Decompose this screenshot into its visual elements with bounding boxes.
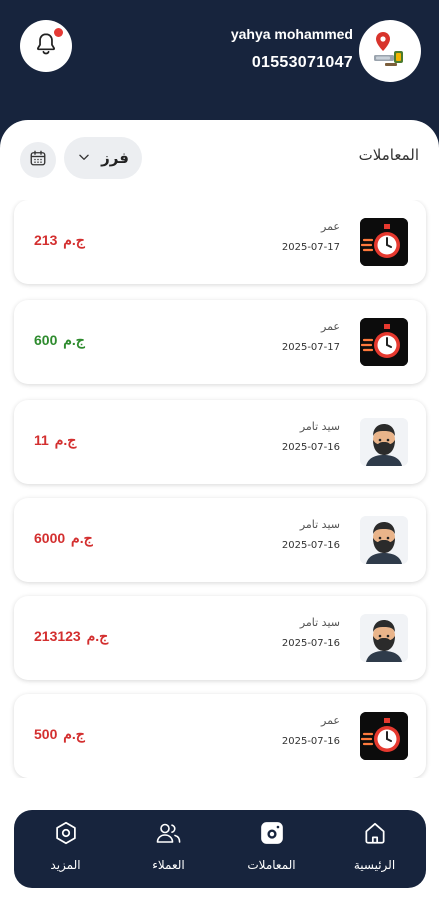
- bottom-navigation: المزيد العملاء المعاملات الرئيسية: [14, 810, 426, 888]
- profile-avatar[interactable]: [359, 20, 421, 82]
- nav-item-transactions[interactable]: المعاملات: [220, 810, 323, 888]
- amount-currency: ج.م: [63, 726, 85, 742]
- sort-dropdown[interactable]: فرز: [64, 137, 142, 179]
- chevron-down-icon: [77, 149, 91, 168]
- nav-item-home[interactable]: الرئيسية: [323, 810, 426, 888]
- transaction-amount: 213 ج.م: [34, 232, 85, 249]
- amount-value: 6000: [34, 530, 66, 546]
- amount-currency: ج.م: [63, 332, 85, 348]
- transaction-date: 2025-07-16: [281, 736, 340, 747]
- transaction-name: عمر: [321, 220, 340, 233]
- amount-value: 213123: [34, 628, 81, 644]
- app-header: yahya mohammed 01553071047: [0, 0, 439, 140]
- transaction-amount: 6000 ج.م: [34, 530, 93, 547]
- page-title: المعاملات: [358, 146, 419, 164]
- stopwatch-icon: [360, 318, 408, 366]
- location-delivery-icon: [370, 29, 410, 73]
- transaction-name: سيد تامر: [299, 616, 340, 629]
- transaction-name: عمر: [321, 714, 340, 727]
- transaction-name: عمر: [321, 320, 340, 333]
- calendar-icon: [29, 149, 47, 171]
- transactions-sheet: المعاملات فرز عمر 2025-07-17 213 ج.م عمر…: [0, 120, 439, 900]
- users-icon: [155, 820, 183, 846]
- nav-label: العملاء: [152, 858, 185, 872]
- amount-currency: ج.م: [71, 530, 93, 546]
- transaction-card[interactable]: سيد تامر 2025-07-16 6000 ج.م: [14, 498, 426, 582]
- transaction-name: سيد تامر: [299, 518, 340, 531]
- bearded-man-avatar-icon: [360, 418, 408, 466]
- transaction-amount: 500 ج.م: [34, 726, 85, 743]
- stopwatch-icon: [360, 218, 408, 266]
- transaction-date: 2025-07-17: [281, 342, 340, 353]
- transaction-card[interactable]: سيد تامر 2025-07-16 11 ج.م: [14, 400, 426, 484]
- transaction-card[interactable]: عمر 2025-07-17 600 ج.م: [14, 300, 426, 384]
- transaction-card[interactable]: عمر 2025-07-16 500 ج.م: [14, 694, 426, 778]
- nav-label: المعاملات: [247, 858, 296, 872]
- bearded-man-avatar-icon: [360, 516, 408, 564]
- nav-label: الرئيسية: [353, 858, 396, 872]
- hexagon-settings-icon: [53, 820, 79, 846]
- nav-label: المزيد: [50, 858, 81, 872]
- amount-value: 500: [34, 726, 58, 742]
- amount-value: 213: [34, 232, 58, 248]
- transaction-card[interactable]: سيد تامر 2025-07-16 213123 ج.م: [14, 596, 426, 680]
- amount-value: 11: [34, 432, 49, 448]
- notifications-button[interactable]: [20, 20, 72, 72]
- transaction-amount: 11 ج.م: [34, 432, 76, 449]
- transaction-card[interactable]: عمر 2025-07-17 213 ج.م: [14, 200, 426, 284]
- transactions-list: عمر 2025-07-17 213 ج.م عمر 2025-07-17 60…: [0, 200, 439, 778]
- amount-currency: ج.م: [54, 432, 77, 448]
- amount-value: 600: [34, 332, 58, 348]
- amount-currency: ج.م: [63, 232, 85, 248]
- transaction-amount: 213123 ج.م: [34, 628, 108, 645]
- user-phone: 01553071047: [251, 54, 353, 71]
- transaction-amount: 600 ج.م: [34, 332, 85, 349]
- user-name: yahya mohammed: [230, 26, 353, 42]
- sort-dropdown-label: فرز: [101, 149, 129, 167]
- transaction-date: 2025-07-16: [281, 540, 340, 551]
- notification-dot: [54, 28, 63, 37]
- transaction-date: 2025-07-16: [281, 442, 340, 453]
- stopwatch-icon: [360, 712, 408, 760]
- calendar-button[interactable]: [20, 142, 56, 178]
- amount-currency: ج.م: [86, 628, 109, 644]
- transaction-date: 2025-07-16: [281, 638, 340, 649]
- home-icon: [362, 820, 388, 846]
- camera-icon: [259, 820, 285, 846]
- transaction-date: 2025-07-17: [281, 242, 340, 253]
- nav-item-customers[interactable]: العملاء: [117, 810, 220, 888]
- bearded-man-avatar-icon: [360, 614, 408, 662]
- transaction-name: سيد تامر: [299, 420, 340, 433]
- nav-item-more[interactable]: المزيد: [14, 810, 117, 888]
